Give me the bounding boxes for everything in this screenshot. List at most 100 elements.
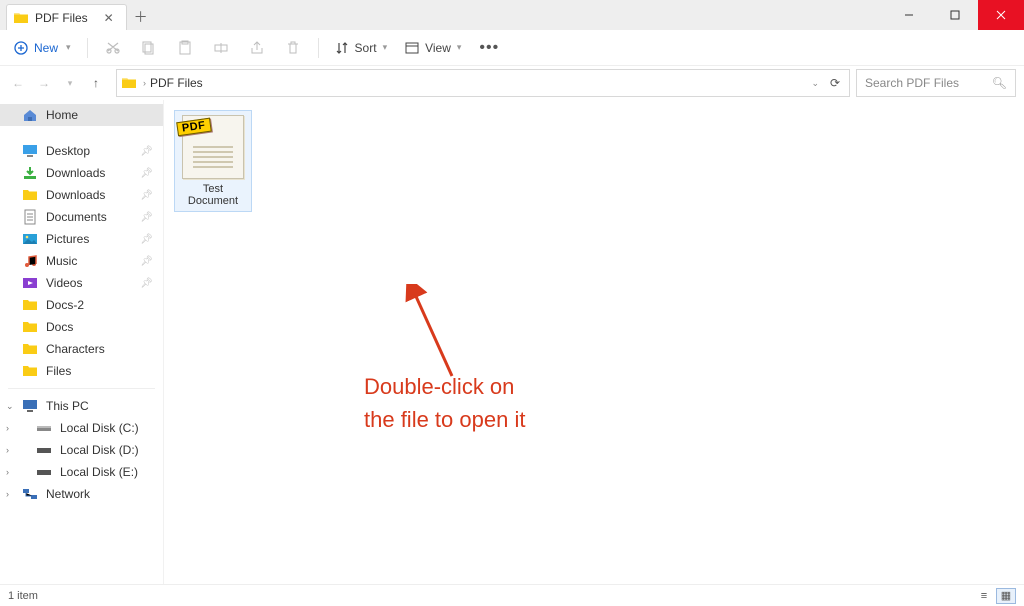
copy-button[interactable] (132, 34, 166, 62)
sidebar-item-characters[interactable]: Characters (0, 338, 163, 360)
sidebar-item-docs2[interactable]: Docs-2 (0, 294, 163, 316)
copy-icon (141, 40, 157, 56)
back-button[interactable]: ← (8, 73, 28, 93)
sidebar-item-pictures[interactable]: Pictures📌︎ (0, 228, 163, 250)
sidebar-item-label: Documents (46, 210, 107, 224)
minimize-button[interactable] (886, 0, 932, 30)
file-thumbnail: PDF (182, 115, 244, 179)
sidebar-item-files[interactable]: Files (0, 360, 163, 382)
sidebar-item-label: Downloads (46, 188, 105, 202)
pin-icon: 📌︎ (140, 190, 153, 201)
download-icon (22, 165, 38, 181)
sort-button[interactable]: Sort ▾ (327, 37, 396, 59)
rename-button[interactable] (204, 34, 238, 62)
sidebar-item-label: Files (46, 364, 71, 378)
pc-icon (22, 398, 38, 414)
network-icon (22, 486, 38, 502)
chevron-down-icon: ▾ (457, 42, 462, 53)
search-icon: 🔍︎ (992, 76, 1007, 90)
annotation-arrow (404, 284, 464, 384)
cut-button[interactable] (96, 34, 130, 62)
address-history-button[interactable]: ⌄ (811, 78, 819, 89)
sidebar-item-desktop[interactable]: Desktop📌︎ (0, 140, 163, 162)
chevron-right-icon[interactable]: › (6, 489, 9, 499)
sidebar-item-label: Docs (46, 320, 73, 334)
view-button[interactable]: View ▾ (397, 37, 469, 59)
folder-icon (22, 341, 38, 357)
desktop-icon (22, 143, 38, 159)
new-tab-button[interactable]: ＋ (127, 4, 155, 30)
file-item[interactable]: PDF Test Document (174, 110, 252, 212)
status-text: 1 item (8, 590, 38, 602)
annotation-line1: Double-click on (364, 370, 525, 403)
search-input[interactable]: Search PDF Files 🔍︎ (856, 69, 1016, 97)
document-icon (22, 209, 38, 225)
recent-button[interactable]: ▾ (60, 73, 80, 93)
file-name: Test Document (179, 183, 247, 207)
pdf-badge: PDF (176, 118, 211, 137)
drive-icon (36, 420, 52, 436)
sidebar-item-label: Desktop (46, 144, 90, 158)
more-button[interactable]: ••• (471, 35, 507, 61)
breadcrumb[interactable]: ›PDF Files (143, 76, 203, 90)
sidebar-item-label: Local Disk (E:) (60, 465, 138, 479)
maximize-button[interactable] (932, 0, 978, 30)
folder-icon (22, 363, 38, 379)
home-icon (22, 107, 38, 123)
file-list[interactable]: PDF Test Document Double-click on the fi… (164, 100, 1024, 584)
title-bar: PDF Files ✕ ＋ (0, 0, 1024, 30)
close-tab-icon[interactable]: ✕ (102, 11, 116, 25)
toolbar: New ▾ Sort ▾ View ▾ ••• (0, 30, 1024, 66)
details-view-button[interactable]: ≡ (974, 588, 994, 604)
pin-icon: 📌︎ (140, 168, 153, 179)
sidebar-item-label: Home (46, 108, 78, 122)
up-button[interactable]: ↑ (86, 73, 106, 93)
paste-button[interactable] (168, 34, 202, 62)
scissors-icon (105, 40, 121, 56)
sidebar-item-drive-e[interactable]: › Local Disk (E:) (0, 461, 163, 483)
sort-icon (335, 41, 349, 55)
folder-icon (22, 297, 38, 313)
window-tab[interactable]: PDF Files ✕ (6, 4, 127, 30)
new-button[interactable]: New ▾ (6, 37, 79, 59)
address-bar[interactable]: ›PDF Files ⌄ ⟳ (116, 69, 850, 97)
sidebar-item-network[interactable]: ›Network (0, 483, 163, 505)
sidebar-item-label: Pictures (46, 232, 89, 246)
pin-icon: 📌︎ (140, 256, 153, 267)
address-row: ← → ▾ ↑ ›PDF Files ⌄ ⟳ Search PDF Files … (0, 66, 1024, 100)
plus-circle-icon (14, 41, 28, 55)
close-window-button[interactable] (978, 0, 1024, 30)
chevron-down-icon: ▾ (383, 42, 388, 53)
drive-icon (36, 442, 52, 458)
sidebar-item-this-pc[interactable]: ⌄ This PC (0, 395, 163, 417)
chevron-down-icon: ▾ (66, 42, 71, 53)
chevron-right-icon[interactable]: › (6, 467, 9, 477)
sort-label: Sort (355, 41, 377, 55)
sidebar-item-downloads[interactable]: Downloads 📌︎ (0, 162, 163, 184)
sidebar-item-docs[interactable]: Docs (0, 316, 163, 338)
chevron-right-icon[interactable]: › (6, 445, 9, 455)
music-icon (22, 253, 38, 269)
sidebar-item-videos[interactable]: Videos📌︎ (0, 272, 163, 294)
folder-icon (22, 187, 38, 203)
folder-icon (121, 75, 137, 91)
forward-button[interactable]: → (34, 73, 54, 93)
delete-button[interactable] (276, 34, 310, 62)
sidebar-item-documents[interactable]: Documents📌︎ (0, 206, 163, 228)
breadcrumb-segment: PDF Files (150, 76, 203, 90)
sidebar-item-drive-c[interactable]: ›Local Disk (C:) (0, 417, 163, 439)
chevron-down-icon[interactable]: ⌄ (6, 401, 14, 412)
sidebar-item-drive-d[interactable]: ›Local Disk (D:) (0, 439, 163, 461)
sidebar-item-music[interactable]: Music📌︎ (0, 250, 163, 272)
folder-icon (13, 10, 29, 26)
sidebar-item-downloads-2[interactable]: Downloads 📌︎ (0, 184, 163, 206)
sidebar-item-label: Downloads (46, 166, 105, 180)
thumbnails-view-button[interactable]: ▦ (996, 588, 1016, 604)
tab-title: PDF Files (35, 11, 88, 25)
refresh-button[interactable]: ⟳ (825, 76, 845, 90)
sidebar-item-home[interactable]: Home (0, 104, 163, 126)
pictures-icon (22, 231, 38, 247)
sidebar-item-label: This PC (46, 399, 89, 413)
chevron-right-icon[interactable]: › (6, 423, 9, 433)
share-button[interactable] (240, 34, 274, 62)
